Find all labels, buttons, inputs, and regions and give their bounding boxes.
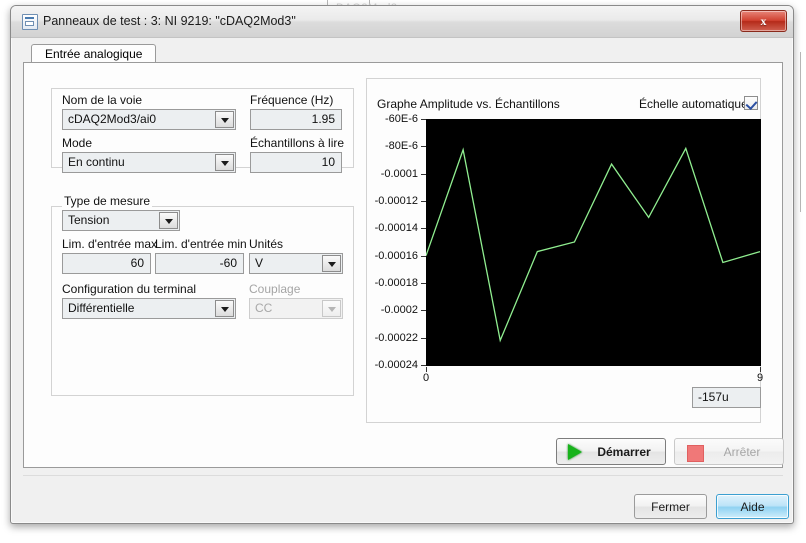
y-axis-tick-label: -0.00022: [374, 331, 418, 344]
mode-value: En continu: [68, 155, 125, 169]
max-input-label: Lim. d'entrée max: [62, 237, 157, 251]
y-axis-tick-label: -0.00012: [374, 195, 418, 207]
units-label: Unités: [249, 237, 284, 251]
y-axis: -60E-6 -80E-6 -0.0001 -0.00012 -0.00014 -0.00…: [369, 113, 426, 371]
autoscale-checkbox[interactable]: [744, 96, 758, 110]
stop-button-label: Arrêter: [723, 444, 761, 459]
close-icon: x: [760, 14, 767, 28]
terminal-config-label: Configuration du terminal: [62, 282, 197, 296]
frequency-value: 1.95: [311, 112, 335, 126]
x-axis-tick-label: 0: [423, 372, 430, 384]
y-axis-tick-label: -60E-6: [384, 113, 418, 125]
samples-value: 10: [321, 155, 335, 169]
graph-title: Graphe Amplitude vs. Échantillons: [377, 97, 560, 111]
autoscale-label: Échelle automatique: [639, 97, 748, 111]
min-input-value: -60: [219, 256, 237, 270]
start-button[interactable]: Démarrer: [556, 438, 666, 465]
waveform-trace: [426, 148, 760, 340]
y-axis-tick-label: -80E-6: [384, 140, 418, 153]
help-button-label: Aide: [740, 499, 765, 514]
play-icon: [568, 443, 582, 460]
screenshot-root: cDAQ2Mod3 Panneaux de test : 3: NI 9219:…: [0, 0, 806, 543]
y-axis-tick-label: -0.00024: [374, 359, 418, 371]
start-button-label: Démarrer: [597, 444, 651, 459]
channel-name-value: cDAQ2Mod3/ai0: [68, 112, 157, 126]
background-window-edge-3: [800, 52, 801, 212]
frequency-label: Fréquence (Hz): [250, 93, 334, 107]
y-axis-tick-label: -0.0002: [380, 304, 418, 317]
value-readout[interactable]: -157u: [692, 387, 761, 408]
close-button[interactable]: Fermer: [634, 494, 707, 519]
x-axis-tick-label: 9: [757, 372, 764, 384]
chevron-down-icon[interactable]: [215, 154, 234, 171]
mode-select[interactable]: En continu: [62, 152, 236, 173]
close-window-button[interactable]: x: [740, 10, 787, 32]
y-axis-tick-label: -0.0001: [380, 167, 418, 180]
samples-label: Échantillons à lire: [250, 136, 345, 150]
dialog-window: Panneaux de test : 3: NI 9219: "cDAQ2Mod…: [10, 5, 794, 524]
chevron-down-icon[interactable]: [215, 300, 234, 317]
window-icon: [22, 14, 38, 30]
channel-name-label: Nom de la voie: [62, 93, 143, 107]
help-button[interactable]: Aide: [716, 494, 789, 519]
chevron-down-icon[interactable]: [159, 212, 178, 229]
stop-button: Arrêter: [674, 438, 784, 465]
measurement-type-value: Tension: [68, 213, 110, 227]
terminal-config-select[interactable]: Différentielle: [62, 298, 236, 319]
coupling-label: Couplage: [249, 282, 301, 296]
min-input-field[interactable]: -60: [155, 253, 244, 274]
max-input-value: 60: [130, 256, 144, 270]
measurement-type-label: Type de mesure: [62, 194, 153, 208]
coupling-select: CC: [249, 298, 343, 319]
chevron-down-icon[interactable]: [215, 111, 234, 128]
coupling-value: CC: [255, 301, 273, 315]
chevron-down-icon: [322, 300, 341, 317]
readout-value: -157u: [698, 390, 729, 404]
samples-input[interactable]: 10: [250, 152, 342, 173]
max-input-field[interactable]: 60: [62, 253, 151, 274]
tab-entree-analogique[interactable]: Entrée analogique: [31, 44, 157, 64]
chevron-down-icon[interactable]: [322, 255, 341, 272]
units-value: V: [255, 256, 264, 270]
y-axis-tick-label: -0.00018: [374, 277, 418, 289]
tab-strip: Entrée analogique: [23, 44, 781, 64]
close-button-label: Fermer: [651, 499, 690, 514]
title-bar: Panneaux de test : 3: NI 9219: "cDAQ2Mod…: [11, 6, 793, 38]
measurement-type-select[interactable]: Tension: [62, 210, 180, 231]
channel-name-select[interactable]: cDAQ2Mod3/ai0: [62, 109, 236, 130]
x-axis: 09: [423, 367, 766, 389]
min-input-label: Lim. d'entrée min: [155, 237, 247, 251]
frequency-input[interactable]: 1.95: [250, 109, 342, 130]
units-select[interactable]: V: [249, 253, 343, 274]
window-title: Panneaux de test : 3: NI 9219: "cDAQ2Mod…: [43, 14, 296, 28]
footer-divider: [23, 475, 783, 476]
mode-label: Mode: [62, 136, 93, 150]
waveform-svg: [426, 119, 761, 366]
y-axis-tick-label: -0.00016: [374, 249, 418, 262]
y-axis-tick-label: -0.00014: [374, 222, 418, 235]
plot-area[interactable]: [426, 119, 761, 366]
terminal-config-value: Différentielle: [68, 301, 135, 315]
